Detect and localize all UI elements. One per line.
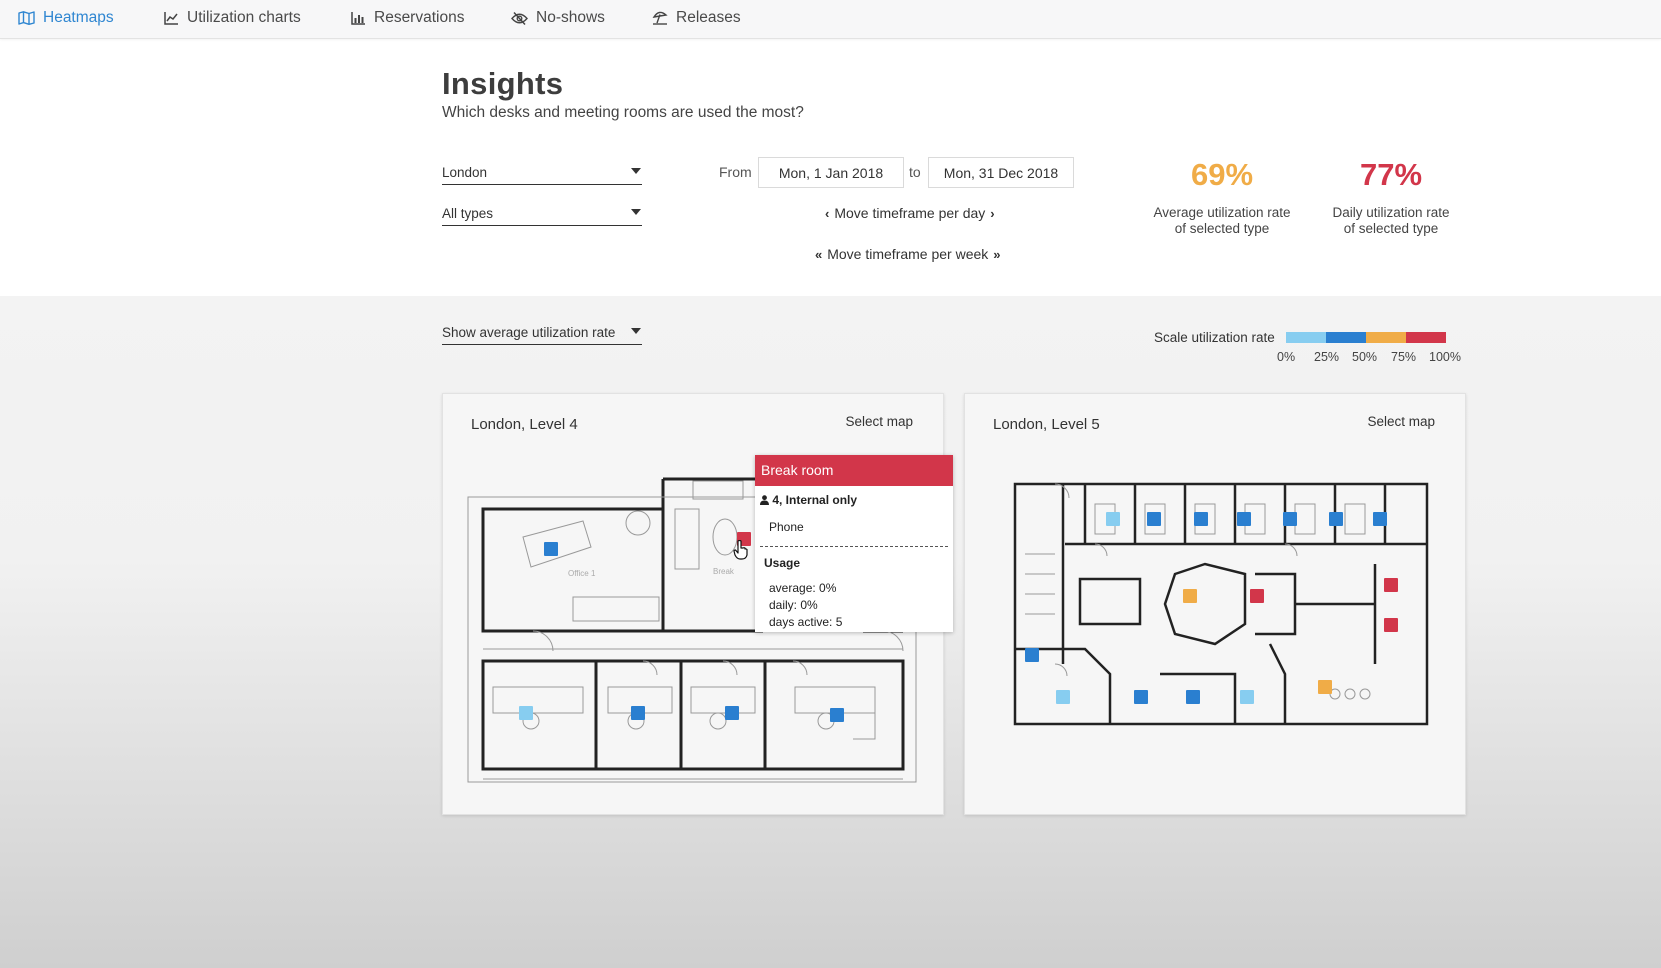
scale-segment-full <box>1406 332 1446 343</box>
desk-marker[interactable] <box>1186 690 1200 704</box>
tooltip-title: Break room <box>761 462 834 478</box>
map-card-level-5: London, Level 5 Select map <box>964 393 1466 815</box>
map-icon <box>18 11 35 25</box>
from-label: From <box>719 164 752 180</box>
caret-down-icon <box>631 209 641 215</box>
scale-tick: 0% <box>1277 350 1296 364</box>
capacity-text: 4, Internal only <box>772 493 858 507</box>
daily-utilization-value: 77% <box>1359 157 1423 192</box>
daily-utilization-label: Daily utilization rate of selected type <box>1291 205 1491 237</box>
tab-label: No-shows <box>536 9 605 26</box>
tooltip-capacity: 4, Internal only <box>760 493 857 507</box>
move-timeframe-week: « Move timeframe per week » <box>810 246 1006 262</box>
move-timeframe-day: ‹ Move timeframe per day › <box>820 205 1000 221</box>
caret-down-icon <box>631 168 641 174</box>
tooltip-daily: daily: 0% <box>769 598 818 612</box>
location-select-value: London <box>442 165 488 180</box>
daily-label-line-1: Daily utilization rate <box>1332 205 1450 220</box>
to-date-input[interactable]: Mon, 31 Dec 2018 <box>928 157 1074 188</box>
desk-marker[interactable] <box>1025 648 1039 662</box>
scale-segment-high <box>1366 332 1406 343</box>
tab-utilization-charts[interactable]: Utilization charts <box>164 0 301 36</box>
bar-chart-icon <box>351 11 365 25</box>
line-chart-icon <box>164 11 178 25</box>
eye-slash-icon <box>511 11 528 25</box>
move-week-label: Move timeframe per week <box>827 246 989 262</box>
room-marker[interactable] <box>1250 589 1264 603</box>
select-map-button[interactable]: Select map <box>1367 414 1435 429</box>
to-label: to <box>909 164 921 180</box>
top-navigation: Heatmaps Utilization charts Reservations… <box>0 0 1661 39</box>
desk-marker[interactable] <box>1147 512 1161 526</box>
scale-segment-medium <box>1326 332 1366 343</box>
room-label: Break <box>713 567 735 576</box>
desk-marker[interactable] <box>519 706 533 720</box>
tab-releases[interactable]: Releases <box>652 0 741 36</box>
desk-marker[interactable] <box>1329 512 1343 526</box>
type-select-value: All types <box>442 206 494 221</box>
tab-label: Utilization charts <box>187 9 301 26</box>
chevron-left-icon[interactable]: ‹ <box>820 206 834 221</box>
room-label: Office 1 <box>568 569 596 578</box>
daily-label-line-2: of selected type <box>1343 221 1439 236</box>
desk-marker[interactable] <box>1134 690 1148 704</box>
page-subtitle: Which desks and meeting rooms are used t… <box>442 104 804 121</box>
scale-tick: 75% <box>1391 350 1417 364</box>
desk-marker[interactable] <box>1056 690 1070 704</box>
room-marker[interactable] <box>1318 680 1332 694</box>
scale-label: Scale utilization rate <box>1154 330 1275 345</box>
double-chevron-right-icon[interactable]: » <box>988 247 1005 262</box>
caret-down-icon <box>631 328 641 334</box>
tab-no-shows[interactable]: No-shows <box>511 0 605 36</box>
desk-marker[interactable] <box>830 708 844 722</box>
room-marker[interactable] <box>1384 618 1398 632</box>
tab-label: Heatmaps <box>43 9 114 26</box>
chevron-right-icon[interactable]: › <box>985 206 999 221</box>
move-day-label: Move timeframe per day <box>834 205 986 221</box>
desk-marker[interactable] <box>1373 512 1387 526</box>
tab-label: Reservations <box>374 9 465 26</box>
tooltip-days-active: days active: 5 <box>769 615 843 629</box>
tab-reservations[interactable]: Reservations <box>351 0 464 36</box>
select-map-button[interactable]: Select map <box>845 414 913 429</box>
tab-heatmaps[interactable]: Heatmaps <box>18 0 114 36</box>
desk-marker[interactable] <box>1237 512 1251 526</box>
desk-marker[interactable] <box>544 542 558 556</box>
tooltip-header: Break room <box>755 455 953 486</box>
desk-marker[interactable] <box>1106 512 1120 526</box>
map-title: London, Level 4 <box>471 416 578 433</box>
desk-marker[interactable] <box>725 706 739 720</box>
room-tooltip: Break room 4, Internal only Phone Usage … <box>755 455 953 632</box>
scale-tick: 50% <box>1352 350 1378 364</box>
desk-marker[interactable] <box>1240 690 1254 704</box>
tab-label: Releases <box>676 9 741 26</box>
double-chevron-left-icon[interactable]: « <box>810 247 827 262</box>
desk-marker[interactable] <box>1283 512 1297 526</box>
tooltip-usage-label: Usage <box>764 556 801 570</box>
tooltip-divider <box>760 546 948 547</box>
umbrella-beach-icon <box>652 11 668 25</box>
room-marker[interactable] <box>1183 589 1197 603</box>
tooltip-equipment: Phone <box>769 520 804 534</box>
desk-marker[interactable] <box>1194 512 1208 526</box>
page-title: Insights <box>442 66 564 101</box>
desk-marker[interactable] <box>631 706 645 720</box>
map-title: London, Level 5 <box>993 416 1100 433</box>
scale-tick: 25% <box>1314 350 1340 364</box>
view-mode-value: Show average utilization rate <box>442 325 616 340</box>
hand-pointer-icon <box>733 540 748 560</box>
location-select[interactable]: London <box>442 162 642 185</box>
room-marker[interactable] <box>1384 578 1398 592</box>
scale-tick: 100% <box>1429 350 1461 364</box>
view-mode-select[interactable]: Show average utilization rate <box>442 322 642 345</box>
from-date-input[interactable]: Mon, 1 Jan 2018 <box>758 157 904 188</box>
scale-segment-low <box>1286 332 1326 343</box>
type-select[interactable]: All types <box>442 203 642 226</box>
user-icon <box>760 495 769 505</box>
tooltip-average: average: 0% <box>769 581 837 595</box>
